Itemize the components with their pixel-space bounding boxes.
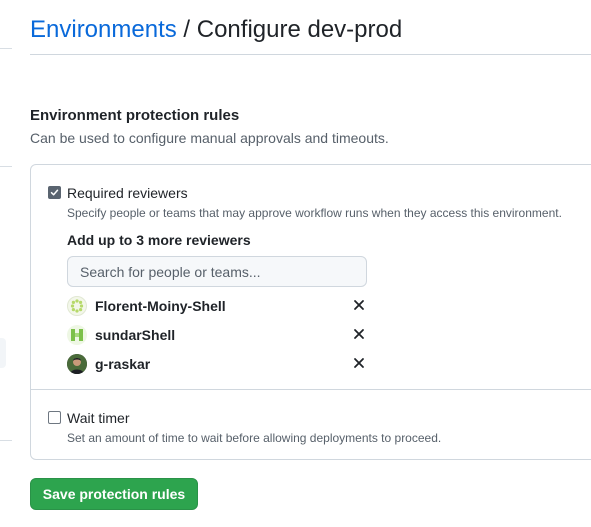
add-reviewers-label: Add up to 3 more reviewers [67, 232, 251, 248]
save-protection-rules-button[interactable]: Save protection rules [30, 478, 198, 510]
identicon-avatar [67, 325, 87, 345]
breadcrumb-separator: / [183, 16, 191, 43]
user-photo-icon [67, 354, 87, 374]
reviewer-search-input[interactable] [67, 256, 367, 287]
close-icon[interactable] [351, 355, 367, 371]
wait-timer-checkbox[interactable] [48, 411, 61, 424]
identicon-green-grid-icon [71, 329, 83, 341]
reviewer-item: g-raskar [67, 354, 367, 376]
wait-timer-description: Set an amount of time to wait before all… [67, 431, 442, 445]
sidebar-active-item[interactable] [0, 338, 6, 368]
required-reviewers-label[interactable]: Required reviewers [67, 184, 188, 202]
required-reviewers-checkbox[interactable] [48, 186, 61, 199]
wait-timer-label[interactable]: Wait timer [67, 409, 129, 427]
header-divider [30, 54, 591, 55]
section-title: Environment protection rules [30, 107, 240, 124]
identicon-avatar [67, 296, 87, 316]
breadcrumb-environments-link[interactable]: Environments [30, 16, 177, 43]
required-reviewers-description: Specify people or teams that may approve… [67, 206, 562, 220]
sidebar-divider [0, 440, 12, 441]
reviewer-name: Florent-Moiny-Shell [95, 298, 226, 314]
protection-rules-panel: Required reviewers Specify people or tea… [30, 164, 591, 460]
rule-divider [31, 389, 591, 390]
page-title: Configure dev-prod [196, 16, 403, 43]
section-description: Can be used to configure manual approval… [30, 130, 389, 146]
reviewer-item: sundarShell [67, 325, 367, 347]
close-icon[interactable] [351, 326, 367, 342]
reviewer-name: g-raskar [95, 356, 151, 372]
reviewer-name: sundarShell [95, 327, 176, 343]
close-icon[interactable] [351, 297, 367, 313]
checkmark-icon [50, 189, 59, 196]
sidebar-divider [0, 166, 12, 167]
sidebar-divider [0, 48, 12, 49]
page-header: Environments / Configure dev-prod [30, 14, 402, 46]
identicon-green-dots-icon [70, 299, 84, 313]
user-photo-avatar [67, 354, 87, 374]
reviewer-item: Florent-Moiny-Shell [67, 296, 367, 318]
